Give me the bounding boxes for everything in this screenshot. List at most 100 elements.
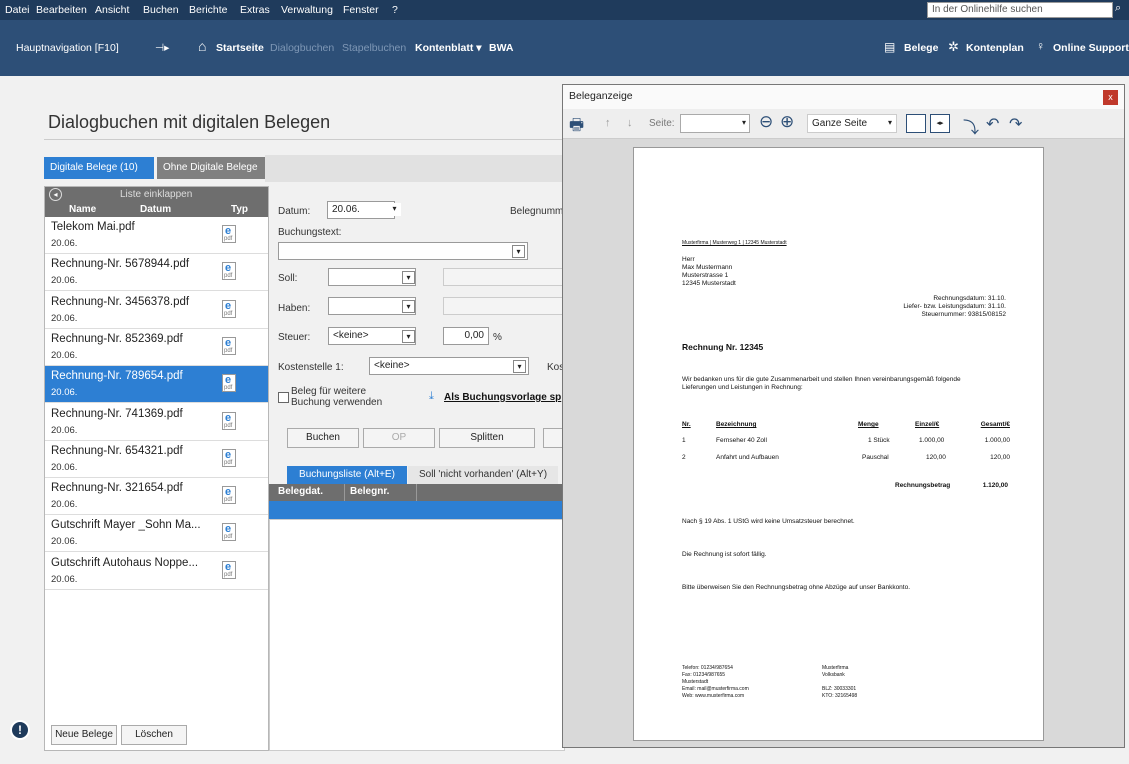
splitten-button[interactable]: Splitten [439,428,535,448]
arrow-up-icon[interactable]: ↑ [605,117,611,129]
document-date: 20.06. [51,238,78,249]
list-item[interactable]: Rechnung-Nr. 741369.pdf 20.06. e pdf [45,403,268,441]
list-item[interactable]: Rechnung-Nr. 5678944.pdf 20.06. e pdf [45,254,268,292]
collapse-icon[interactable]: ◂ [49,188,62,201]
nav-online-support[interactable]: Online Support [1053,42,1129,54]
buchungsliste-body [269,519,565,751]
doc-cell: 120,00 [926,454,946,461]
divider [416,484,417,501]
menu-bearbeiten[interactable]: Bearbeiten [36,4,87,16]
chevron-down-icon[interactable]: ▾ [402,330,415,343]
search-icon[interactable]: ⌕ [1115,2,1121,15]
col-belegdat[interactable]: Belegdat. [278,486,323,497]
doc-sender: Musterfirma | Musterweg 1 | 12345 Muster… [682,240,787,246]
nav-belege[interactable]: Belege [904,42,938,54]
menu-berichte[interactable]: Berichte [189,4,228,16]
col-belegnr[interactable]: Belegnr. [350,486,389,497]
buchen-button[interactable]: Buchen [287,428,359,448]
help-search-input[interactable]: In der Onlinehilfe suchen [927,2,1113,18]
nav-kontenblatt[interactable]: Kontenblatt ▾ [415,42,482,54]
doc-addr-line: 12345 Musterstadt [682,280,736,287]
print-icon[interactable]: 🖶 [569,114,584,141]
list-item[interactable]: Gutschrift Autohaus Noppe... 20.06. e pdf [45,552,268,590]
single-page-icon[interactable] [906,114,926,133]
document-name: Gutschrift Mayer _Sohn Ma... [51,519,201,532]
col-name[interactable]: Name [69,204,96,215]
neue-belege-button[interactable]: Neue Belege [51,725,117,745]
zoom-select[interactable]: Ganze Seite ▾ [807,114,897,133]
rotate-right-icon[interactable]: ⤵ [963,114,979,138]
chevron-down-icon[interactable]: ▾ [402,271,415,284]
doc-footer: Email: mail@musterfirma.com [682,686,749,692]
pin-icon[interactable]: ⊣▸ [155,42,169,54]
chevron-down-icon: ▾ [741,118,746,127]
menu-extras[interactable]: Extras [240,4,270,16]
arrow-down-icon[interactable]: ↓ [627,117,633,129]
list-item[interactable]: Rechnung-Nr. 789654.pdf 20.06. e pdf [45,366,268,404]
chevron-down-icon[interactable]: ▾ [513,360,526,373]
document-date: 20.06. [51,275,78,287]
chevron-down-icon[interactable]: ▾ [512,245,525,258]
main-navigation-button[interactable]: Hauptnavigation [F10] [16,42,119,54]
document-name: Rechnung-Nr. 654321.pdf [51,444,183,457]
buchungstext-field[interactable] [278,242,528,260]
menu-help[interactable]: ? [392,4,398,16]
info-icon[interactable]: ! [10,720,30,740]
tab-ohne-digitale-belege[interactable]: Ohne Digitale Belege [157,157,265,179]
list-item[interactable]: Rechnung-Nr. 321654.pdf 20.06. e pdf [45,478,268,516]
collapse-list-bar[interactable]: ◂ Liste einklappen [45,187,268,203]
chevron-down-icon[interactable]: ▾ [388,203,401,216]
nav-stapelbuchen[interactable]: Stapelbuchen [342,42,406,54]
tab-digitale-belege[interactable]: Digitale Belege (10) [44,157,154,179]
list-item[interactable]: Gutschrift Mayer _Sohn Ma... 20.06. e pdf [45,515,268,553]
list-item[interactable]: Rechnung-Nr. 852369.pdf 20.06. e pdf [45,328,268,366]
page-select[interactable]: ▾ [680,114,750,133]
pdf-icon: e pdf [222,262,236,281]
menu-fenster[interactable]: Fenster [343,4,379,16]
bulb-icon: ♀ [1036,39,1045,53]
col-typ[interactable]: Typ [231,204,248,215]
steuer-percent-field[interactable]: 0,00 [443,327,489,345]
list-item[interactable]: Telekom Mai.pdf 20.06. e pdf [45,217,268,254]
list-item[interactable]: Rechnung-Nr. 3456378.pdf 20.06. e pdf [45,291,268,329]
doc-cell: 1.000,00 [984,437,1010,444]
nav-bwa[interactable]: BWA [489,42,514,54]
menu-datei[interactable]: Datei [5,4,30,16]
zoom-in-icon[interactable]: ⊕ [780,112,794,132]
datum-field[interactable]: 20.06. [327,201,395,219]
document-date: 20.06. [51,461,78,473]
nav-startseite[interactable]: Startseite [216,42,264,54]
zoom-out-icon[interactable]: ⊖ [759,112,773,132]
document-name: Rechnung-Nr. 852369.pdf [51,332,183,345]
fit-width-icon[interactable]: ◂▸ [930,114,950,133]
nav-kontenplan[interactable]: Kontenplan [966,42,1024,54]
divider [344,484,345,501]
op-button[interactable]: OP [363,428,435,448]
close-icon[interactable]: x [1103,90,1118,105]
menu-buchen[interactable]: Buchen [143,4,179,16]
pdf-icon: e pdf [222,374,236,393]
pdf-icon: e pdf [222,523,236,542]
list-header: Name Datum Typ [45,203,268,217]
list-item[interactable]: Rechnung-Nr. 654321.pdf 20.06. e pdf [45,440,268,478]
rotate-left-icon[interactable]: ↶ [986,114,999,134]
chevron-down-icon[interactable]: ▾ [402,300,415,313]
doc-footer: Musterstadt [682,679,709,685]
doc-footer: Volksbank [822,672,845,678]
rotate-icon[interactable]: ↷ [1009,114,1022,134]
doc-addr-line: Max Mustermann [682,264,733,271]
kostenstelle-field[interactable]: <keine> [369,357,529,375]
col-datum[interactable]: Datum [140,204,171,215]
nav-dialogbuchen[interactable]: Dialogbuchen [270,42,334,54]
tab-soll-nicht-vorhanden[interactable]: Soll 'nicht vorhanden' (Alt+Y) [408,466,558,484]
table-row-selected[interactable] [269,501,565,519]
tab-buchungsliste[interactable]: Buchungsliste (Alt+E) [287,466,407,484]
menu-bar: Datei Bearbeiten Ansicht Buchen Berichte… [0,0,1129,20]
menu-ansicht[interactable]: Ansicht [95,4,129,16]
beleg-checkbox[interactable] [278,392,289,403]
percent-label: % [493,332,502,343]
menu-verwaltung[interactable]: Verwaltung [281,4,333,16]
buchungsvorlage-link[interactable]: Als Buchungsvorlage sp [444,392,561,403]
datum-value: 20.06. [332,204,360,215]
loeschen-button[interactable]: Löschen [121,725,187,745]
